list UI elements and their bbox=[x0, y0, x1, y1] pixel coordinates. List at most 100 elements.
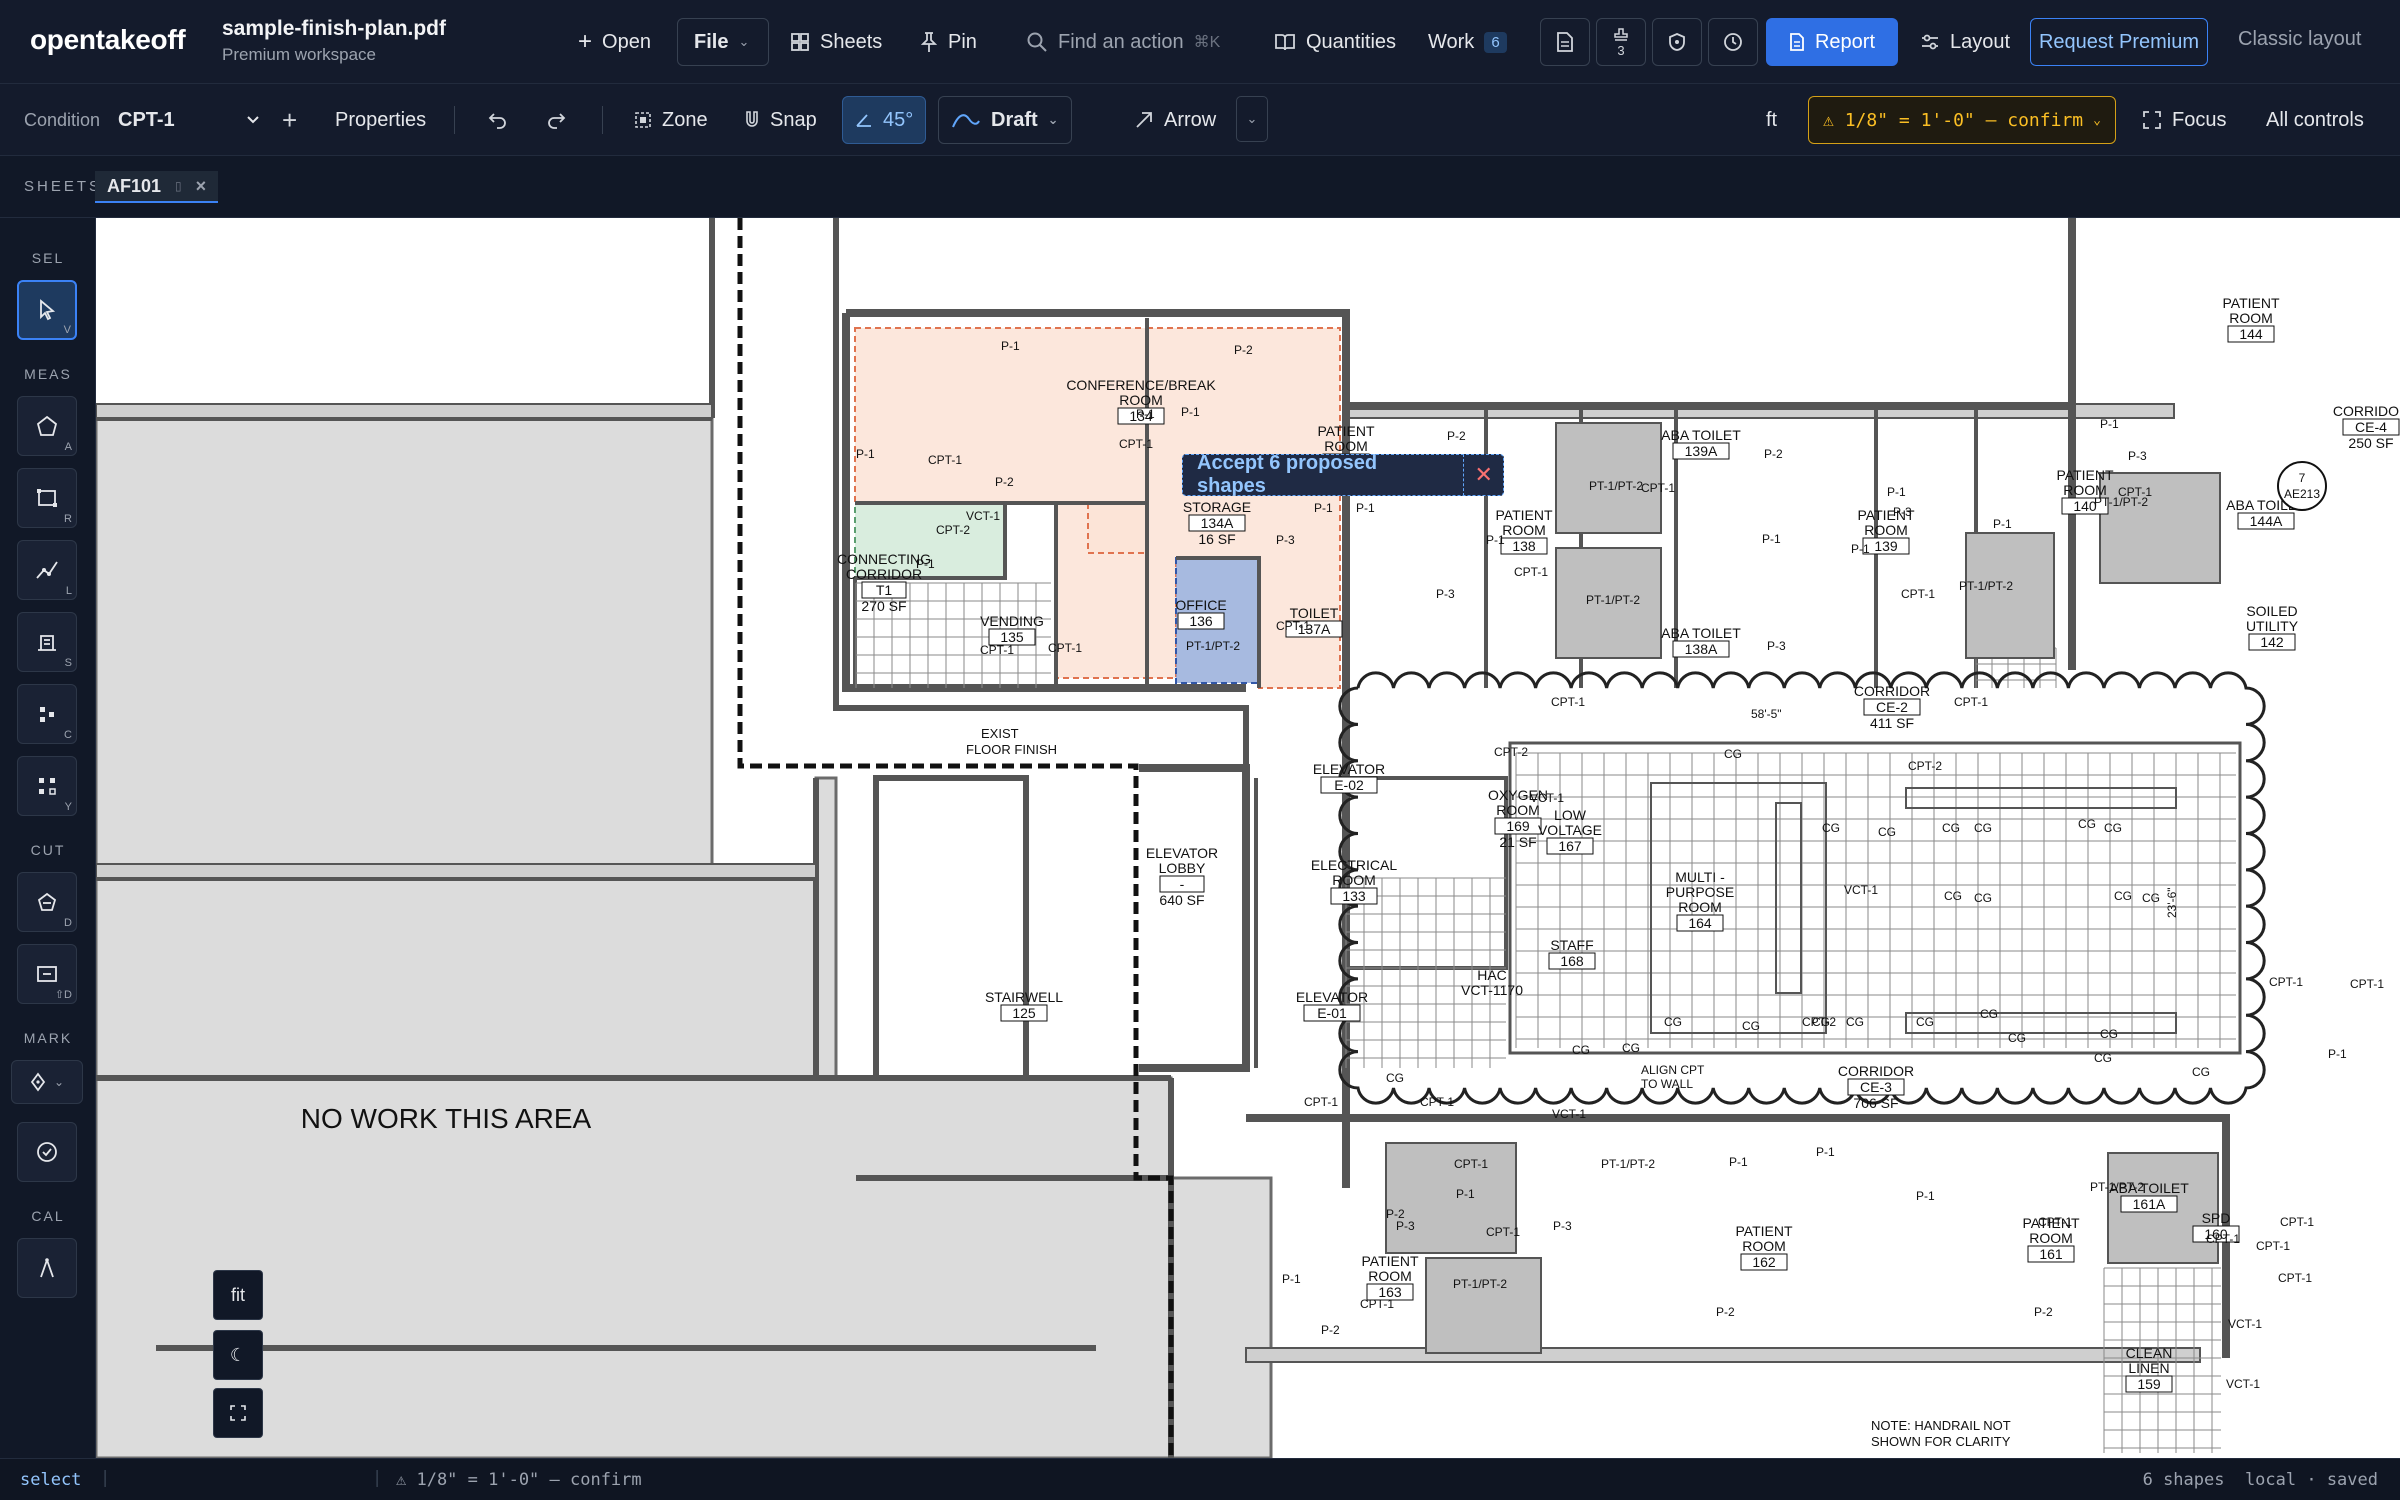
action-search[interactable]: Find an action ⌘K bbox=[1026, 18, 1220, 66]
room-name: CORRIDOR bbox=[2333, 403, 2400, 419]
room-number: 161A bbox=[2133, 1196, 2166, 1212]
pin-icon bbox=[920, 32, 938, 52]
cut-polygon-tool-button[interactable]: D bbox=[17, 872, 77, 932]
arrow-options-button[interactable]: ⌄ bbox=[1236, 96, 1268, 142]
finish-tag: CPT-1 bbox=[1360, 1297, 1394, 1311]
floor-plan-drawing[interactable]: CONFERENCE/BREAKROOM134PATIENTROOM137STO… bbox=[96, 218, 2400, 1458]
room-name: VCT-1170 bbox=[1461, 982, 1523, 998]
sheets-button[interactable]: Sheets bbox=[790, 18, 882, 66]
properties-button[interactable]: Properties bbox=[335, 96, 426, 144]
room-number: 142 bbox=[2260, 634, 2284, 650]
finish-tag: CPT-1 bbox=[2038, 1215, 2072, 1229]
fit-view-button[interactable]: fit bbox=[213, 1270, 263, 1320]
count-dots-icon bbox=[40, 707, 54, 722]
room-number: 162 bbox=[1752, 1254, 1776, 1270]
file-menu-button[interactable]: File ⌄ bbox=[677, 18, 769, 66]
check-tool-button[interactable] bbox=[17, 1122, 77, 1182]
report-icon bbox=[1790, 33, 1804, 51]
add-condition-button[interactable]: + bbox=[282, 96, 297, 144]
exist-finish-note-2: FLOOR FINISH bbox=[966, 742, 1057, 757]
pin-button[interactable]: Pin bbox=[920, 18, 977, 66]
finish-tag: VCT-1 bbox=[1844, 883, 1878, 897]
redo-button[interactable] bbox=[546, 96, 566, 144]
condition-select[interactable]: CPT-1 bbox=[118, 96, 260, 144]
room-name: PATIENT bbox=[1735, 1223, 1792, 1239]
finish-tag: CPT-1 bbox=[2280, 1215, 2314, 1229]
finish-tag: CG bbox=[1664, 1015, 1682, 1029]
calibrate-tool-button[interactable] bbox=[17, 1238, 77, 1298]
finish-tag: P-1 bbox=[1887, 485, 1906, 499]
proposed-shape-storage[interactable] bbox=[1087, 502, 1147, 554]
room-name: ROOM bbox=[1742, 1238, 1786, 1254]
dark-mode-toggle[interactable]: ☾ bbox=[213, 1330, 263, 1380]
sheet-tab-af101[interactable]: AF101 ▯ × bbox=[95, 171, 219, 203]
history-button[interactable] bbox=[1708, 18, 1758, 66]
shield-button[interactable] bbox=[1652, 18, 1702, 66]
document-button[interactable] bbox=[1540, 18, 1590, 66]
accept-proposed-shapes-banner[interactable]: Accept 6 proposed shapes ✕ bbox=[1182, 452, 1504, 498]
auto-count-tool-button[interactable]: Y bbox=[17, 756, 77, 816]
room-number: 133 bbox=[1342, 888, 1366, 904]
finish-tag: CG bbox=[1942, 821, 1960, 835]
exist-finish-note-1: EXIST bbox=[981, 726, 1019, 741]
finish-tag: P-3 bbox=[1396, 1219, 1415, 1233]
select-tool-button[interactable]: V bbox=[17, 280, 77, 340]
close-icon[interactable]: × bbox=[196, 176, 207, 197]
room-name: ROOM bbox=[1864, 522, 1908, 538]
finish-tag: CG bbox=[1822, 821, 1840, 835]
room-name: PATIENT bbox=[1495, 507, 1552, 523]
undo-button[interactable] bbox=[488, 96, 508, 144]
cut-rectangle-tool-button[interactable]: ⇧D bbox=[17, 944, 77, 1004]
all-controls-button[interactable]: All controls bbox=[2266, 96, 2364, 144]
linear-tool-button[interactable]: L bbox=[17, 540, 77, 600]
snap-button[interactable]: Snap bbox=[744, 96, 817, 144]
request-premium-button[interactable]: Request Premium bbox=[2030, 18, 2208, 66]
work-button[interactable]: Work 6 bbox=[1428, 18, 1507, 66]
room-number: 144A bbox=[2250, 513, 2283, 529]
fullscreen-button[interactable] bbox=[213, 1388, 263, 1438]
arrow-icon bbox=[1136, 112, 1152, 128]
counter bbox=[1905, 787, 2177, 809]
stack-button[interactable]: 3 bbox=[1596, 18, 1646, 66]
area-tool-button[interactable]: A bbox=[17, 396, 77, 456]
app-logo[interactable]: opentakeoff bbox=[30, 24, 186, 56]
room-number: 169 bbox=[1506, 818, 1530, 834]
finish-tag: P-1 bbox=[1851, 542, 1870, 556]
finish-tag: CPT-1 bbox=[2206, 1232, 2240, 1246]
arrow-tool-button[interactable]: Arrow bbox=[1134, 96, 1216, 144]
quantities-button[interactable]: Quantities bbox=[1274, 18, 1396, 66]
handrail-note-2: SHOWN FOR CLARITY bbox=[1871, 1434, 2011, 1449]
cursor-icon bbox=[40, 299, 56, 321]
classic-layout-link[interactable]: Classic layout bbox=[2238, 28, 2361, 51]
chevron-down-icon: ⌄ bbox=[1246, 111, 1258, 126]
finish-tag: P-2 bbox=[1716, 1305, 1735, 1319]
open-button[interactable]: + Open bbox=[578, 18, 651, 66]
markup-tool-select[interactable]: ⌄ bbox=[11, 1060, 83, 1104]
focus-button[interactable]: Focus bbox=[2142, 96, 2226, 144]
dismiss-proposed-shapes-icon[interactable]: ✕ bbox=[1463, 454, 1503, 496]
work-count-badge: 6 bbox=[1484, 31, 1507, 53]
cut-polygon-icon bbox=[37, 892, 57, 911]
angle-snap-toggle[interactable]: 45° bbox=[842, 96, 927, 144]
room-name: STAIRWELL bbox=[985, 989, 1063, 1005]
finish-tag: CPT-1 bbox=[2256, 1239, 2290, 1253]
room-name: PATIENT bbox=[2056, 467, 2113, 483]
surface-tool-button[interactable]: S bbox=[17, 612, 77, 672]
draft-mode-select[interactable]: Draft ⌄ bbox=[938, 96, 1072, 144]
report-button[interactable]: Report bbox=[1766, 18, 1898, 66]
chevron-down-icon: ⌄ bbox=[53, 1075, 65, 1089]
unit-label[interactable]: ft bbox=[1766, 96, 1777, 144]
rectangle-tool-button[interactable]: R bbox=[17, 468, 77, 528]
finish-tag: P-2 bbox=[995, 475, 1014, 489]
scale-confirm-button[interactable]: ⚠ 1/8" = 1'-0" — confirm ⌄ bbox=[1808, 96, 2116, 144]
count-tool-button[interactable]: C bbox=[17, 684, 77, 744]
status-divider: | bbox=[372, 1468, 383, 1488]
accept-proposed-shapes-button[interactable]: Accept 6 proposed shapes bbox=[1183, 452, 1463, 498]
room-number: 139 bbox=[1874, 538, 1898, 554]
layout-button[interactable]: Layout bbox=[1920, 18, 2010, 66]
finish-tag: P-2 bbox=[2034, 1305, 2053, 1319]
zone-button[interactable]: Zone bbox=[634, 96, 708, 144]
room-number: 167 bbox=[1558, 838, 1582, 854]
shortcut-key: R bbox=[64, 513, 72, 525]
drawing-canvas[interactable]: CONFERENCE/BREAKROOM134PATIENTROOM137STO… bbox=[96, 218, 2400, 1458]
